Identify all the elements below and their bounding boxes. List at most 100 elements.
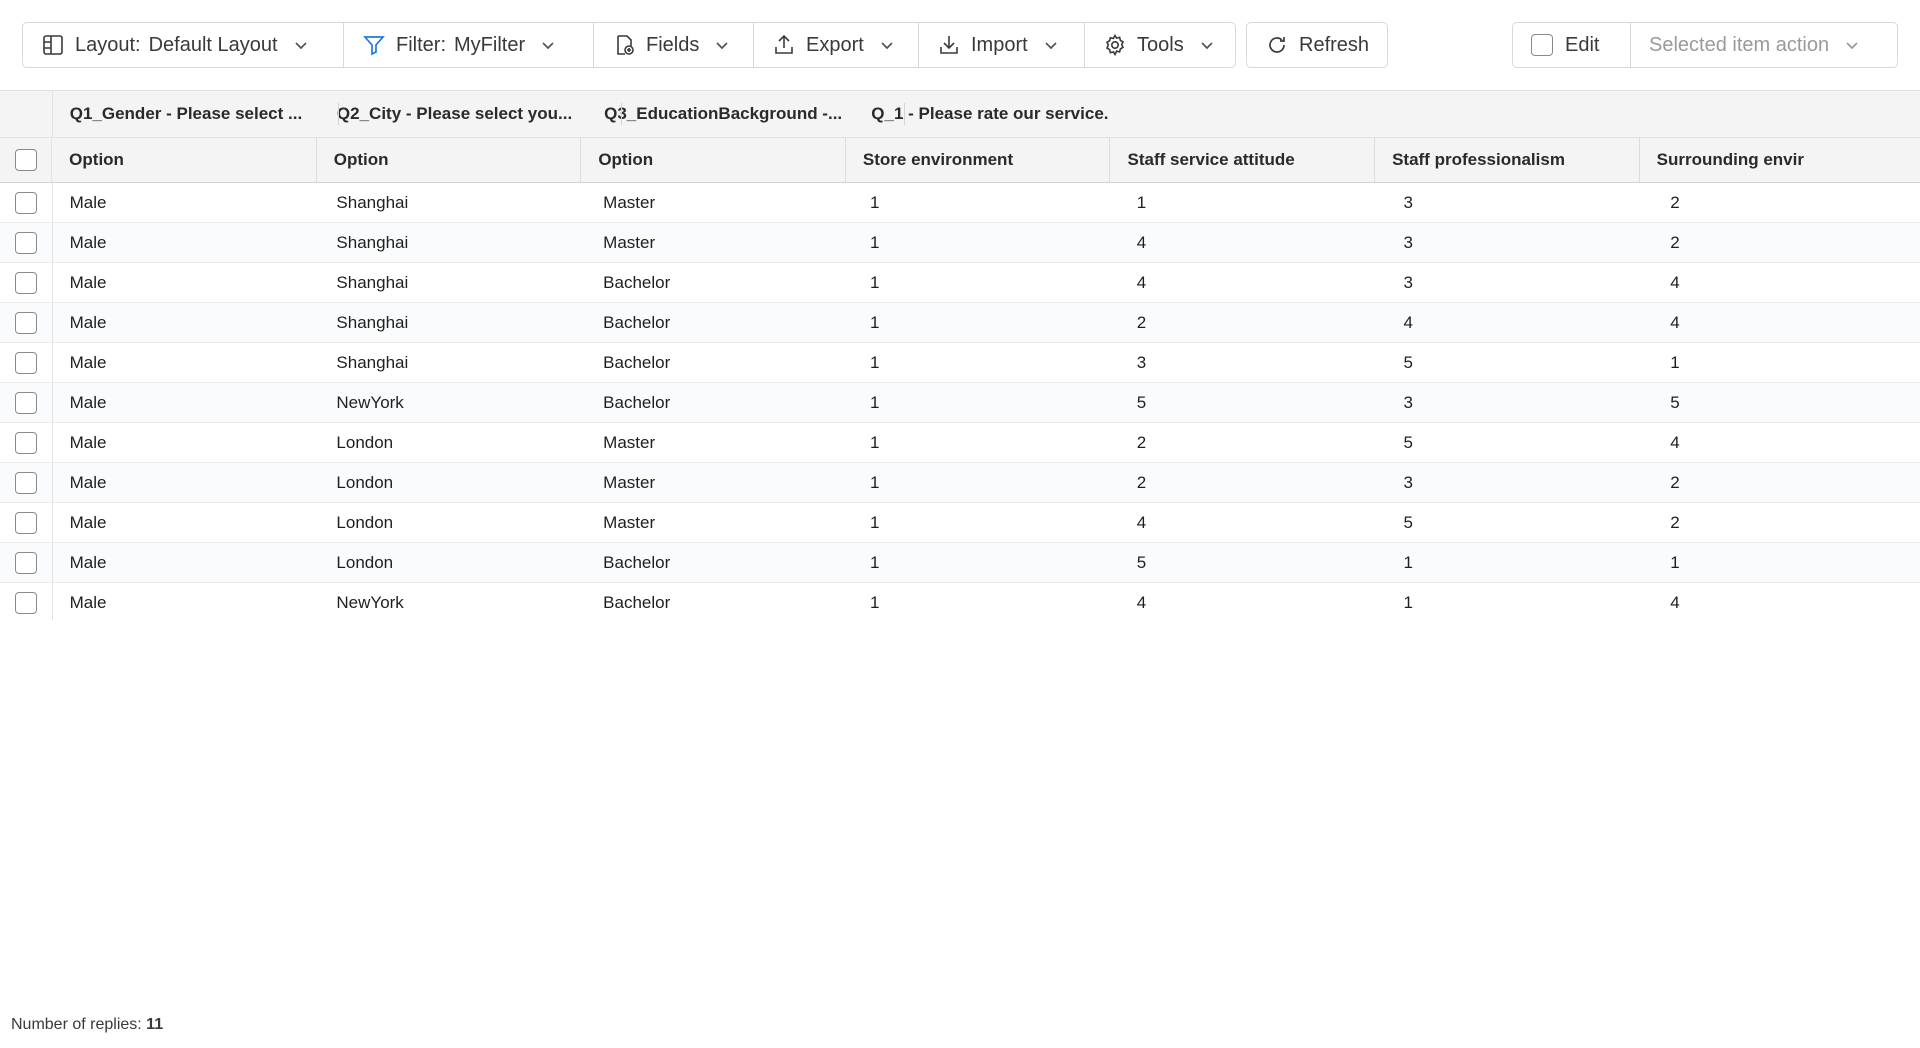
row-checkbox[interactable]: [14, 471, 37, 494]
edit-checkbox[interactable]: [1531, 34, 1553, 56]
column-header[interactable]: Store environment: [846, 138, 1111, 182]
filter-icon: [362, 33, 386, 57]
table-row[interactable]: Male NewYork Bachelor 1 5 3 5: [0, 383, 1920, 423]
row-select-cell: [0, 263, 53, 302]
table-row[interactable]: Male Shanghai Bachelor 1 3 5 1: [0, 343, 1920, 383]
table-cell: Bachelor: [603, 392, 671, 412]
layout-button[interactable]: Layout: Default Layout: [23, 23, 344, 67]
data-grid: Q1_Gender - Please select ... Q2_City - …: [0, 90, 1920, 620]
table-row[interactable]: Male London Master 1 4 5 2: [0, 503, 1920, 543]
layout-value: Default Layout: [148, 33, 278, 56]
layout-icon: [41, 33, 65, 57]
table-cell: Male: [69, 472, 107, 492]
export-icon: [772, 33, 796, 57]
column-header-row: Option Option Option Store environment S…: [0, 138, 1920, 183]
table-cell: 1: [869, 192, 880, 212]
export-button[interactable]: Export: [754, 23, 919, 67]
row-checkbox[interactable]: [14, 271, 37, 294]
chevron-down-icon: [292, 36, 310, 54]
column-header[interactable]: Option: [317, 138, 582, 182]
fields-label: Fields: [646, 33, 700, 56]
table-cell: 1: [869, 312, 880, 332]
table-cell: 1: [869, 472, 880, 492]
table-row[interactable]: Male Shanghai Master 1 4 3 2: [0, 223, 1920, 263]
table-cell: NewYork: [336, 392, 404, 412]
group-row-spacer: [0, 91, 53, 137]
group-header-q1[interactable]: Q1_Gender - Please select ...: [53, 91, 320, 137]
fields-button[interactable]: Fields: [594, 23, 754, 67]
reply-count: Number of replies: 11: [11, 1016, 163, 1034]
table-cell: 3: [1136, 352, 1147, 372]
question-group-row: Q1_Gender - Please select ... Q2_City - …: [0, 90, 1920, 138]
group-header-label: Q3_EducationBackground -...: [604, 104, 843, 123]
table-cell: Master: [603, 192, 656, 212]
import-button[interactable]: Import: [919, 23, 1085, 67]
table-cell: 2: [1136, 472, 1147, 492]
row-select-cell: [0, 463, 53, 502]
select-all-checkbox[interactable]: [14, 149, 37, 171]
refresh-button[interactable]: Refresh: [1247, 23, 1387, 67]
table-cell: 3: [1403, 272, 1413, 292]
table-cell: Male: [69, 552, 107, 572]
table-cell: 2: [1136, 312, 1147, 332]
import-label: Import: [971, 33, 1028, 56]
select-all-cell: [0, 138, 53, 182]
table-cell: 4: [1136, 512, 1147, 532]
row-select-cell: [0, 303, 53, 342]
table-row[interactable]: Male London Master 1 2 3 2: [0, 463, 1920, 503]
row-checkbox[interactable]: [14, 391, 37, 414]
column-header[interactable]: Staff professionalism: [1375, 138, 1640, 182]
column-header[interactable]: Option: [581, 138, 846, 182]
table-cell: Shanghai: [336, 192, 409, 212]
table-cell: 2: [1670, 232, 1680, 252]
column-header[interactable]: Staff service attitude: [1110, 138, 1376, 182]
filter-button[interactable]: Filter: MyFilter: [344, 23, 594, 67]
export-label: Export: [806, 33, 864, 56]
refresh-icon: [1265, 33, 1289, 57]
table-cell: Bachelor: [603, 272, 671, 292]
edit-button[interactable]: Edit: [1513, 23, 1631, 67]
edit-label: Edit: [1565, 33, 1600, 56]
column-header[interactable]: Option: [52, 138, 317, 182]
row-checkbox[interactable]: [14, 551, 37, 574]
row-checkbox[interactable]: [14, 191, 37, 214]
selected-item-action-button[interactable]: Selected item action: [1631, 23, 1897, 67]
table-row[interactable]: Male NewYork Bachelor 1 4 1 4: [0, 583, 1920, 620]
table-cell: 4: [1403, 312, 1413, 332]
group-header-label: Q1_Gender - Please select ...: [69, 104, 303, 123]
table-row[interactable]: Male Shanghai Bachelor 1 2 4 4: [0, 303, 1920, 343]
table-cell: 5: [1403, 512, 1413, 532]
table-cell: 2: [1670, 192, 1680, 212]
table-cell: 5: [1136, 392, 1147, 412]
row-checkbox[interactable]: [14, 591, 37, 614]
table-row[interactable]: Male London Bachelor 1 5 1 1: [0, 543, 1920, 583]
toolbar: Layout: Default Layout Filter: MyFilter …: [0, 0, 1920, 90]
column-header[interactable]: Surrounding envir: [1640, 138, 1920, 182]
group-header-q-1[interactable]: Q_1 - Please rate our service.: [854, 91, 1920, 137]
column-divider: [621, 103, 622, 125]
table-cell: 1: [869, 552, 880, 572]
row-select-cell: [0, 503, 53, 542]
row-select-cell: [0, 343, 53, 382]
row-select-cell: [0, 183, 53, 222]
table-cell: 1: [1670, 352, 1680, 372]
chevron-down-icon: [713, 36, 731, 54]
tools-button[interactable]: Tools: [1085, 23, 1235, 67]
table-row[interactable]: Male Shanghai Master 1 1 3 2: [0, 183, 1920, 223]
row-checkbox[interactable]: [14, 431, 37, 454]
group-header-q3[interactable]: Q3_EducationBackground -...: [587, 91, 854, 137]
row-checkbox[interactable]: [14, 311, 37, 334]
main-toolbar-group: Layout: Default Layout Filter: MyFilter …: [22, 22, 1236, 68]
table-cell: Bachelor: [603, 312, 671, 332]
chevron-down-icon: [539, 36, 557, 54]
table-row[interactable]: Male Shanghai Bachelor 1 4 3 4: [0, 263, 1920, 303]
row-checkbox[interactable]: [14, 511, 37, 534]
row-checkbox[interactable]: [14, 351, 37, 374]
layout-label: Layout:: [75, 33, 141, 56]
chevron-down-icon: [1042, 36, 1060, 54]
row-checkbox[interactable]: [14, 231, 37, 254]
table-cell: 1: [1403, 592, 1413, 612]
table-row[interactable]: Male London Master 1 2 5 4: [0, 423, 1920, 463]
table-cell: Male: [69, 392, 107, 412]
group-header-q2[interactable]: Q2_City - Please select you...: [320, 91, 587, 137]
